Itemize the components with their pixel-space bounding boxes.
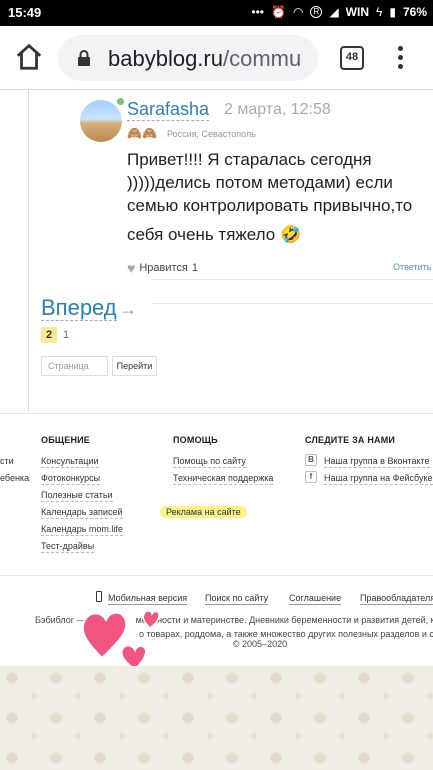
agreement-link[interactable]: Соглашение bbox=[289, 592, 342, 605]
online-indicator bbox=[117, 98, 124, 105]
comment-line: Привет!!!! Я старалась сегодня bbox=[127, 150, 372, 169]
charging-icon: ϟ bbox=[376, 5, 383, 19]
reply-link[interactable]: Ответить bbox=[393, 262, 431, 272]
heart-icon: ♥ bbox=[127, 260, 136, 276]
copyright-holders-link[interactable]: Правообладателям bbox=[360, 592, 433, 605]
site-search-link[interactable]: Поиск по сайту bbox=[205, 592, 269, 605]
comment-line: семью контролировать привычно,то bbox=[127, 196, 413, 215]
like-count: 1 bbox=[191, 262, 198, 274]
copyright-text: © 2005–2020 bbox=[232, 639, 288, 649]
comment-line: )))))делись потом методами) если bbox=[127, 173, 393, 192]
go-button[interactable]: Перейти bbox=[112, 356, 157, 376]
battery-level: 76% bbox=[402, 5, 427, 19]
desc-start: Бэбиблог — bbox=[35, 615, 86, 625]
page-number-input[interactable]: Страница bbox=[41, 356, 108, 376]
lock-icon bbox=[78, 50, 90, 66]
footer-heading-general: ОБЩЕНИЕ bbox=[41, 435, 91, 445]
url-path: /commu bbox=[222, 46, 302, 71]
status-bar: 15:49 ••• ⏰ ◠ R ◢ WIN ϟ ▮ 76% bbox=[0, 0, 433, 26]
url-text: babyblog.ru/commu bbox=[108, 46, 301, 72]
footer-heading-help: ПОМОЩЬ bbox=[173, 435, 218, 445]
battery-icon: ▮ bbox=[389, 5, 396, 19]
comment-author[interactable]: Sarafasha bbox=[127, 99, 210, 121]
hearts-icon bbox=[81, 610, 160, 672]
status-icons: ••• ⏰ ◠ R ◢ WIN ϟ ▮ 76% bbox=[251, 5, 427, 19]
footer-divider bbox=[0, 575, 433, 576]
page-link[interactable]: 1 bbox=[63, 329, 69, 341]
footer-link-cut[interactable]: ебенка bbox=[0, 472, 29, 484]
overflow-menu-icon[interactable] bbox=[392, 44, 408, 74]
footer-link-cut[interactable]: сти bbox=[0, 455, 14, 467]
browser-toolbar: babyblog.ru/commu 48 bbox=[0, 26, 433, 90]
footer-link[interactable]: Фотоконкурсы bbox=[41, 472, 101, 485]
divider bbox=[152, 279, 433, 280]
url-host: babyblog.ru bbox=[108, 46, 223, 71]
carrier-label: WIN bbox=[345, 5, 369, 19]
next-page-link[interactable]: Вперед bbox=[41, 296, 117, 321]
address-bar[interactable]: babyblog.ru/commu bbox=[58, 35, 318, 81]
status-time: 15:49 bbox=[8, 5, 42, 20]
divider bbox=[152, 303, 433, 304]
home-icon[interactable] bbox=[14, 42, 44, 72]
avatar[interactable] bbox=[80, 100, 122, 142]
footer-heading-follow: СЛЕДИТЕ ЗА НАМИ bbox=[305, 435, 396, 445]
mobile-phone-icon bbox=[96, 591, 102, 602]
comment-text: Привет!!!! Я старалась сегодня )))))дели… bbox=[127, 148, 433, 246]
facebook-icon: f bbox=[305, 471, 317, 483]
footer-link[interactable]: Техническая поддержка bbox=[173, 472, 274, 485]
footer-link[interactable]: Календарь mom.life bbox=[41, 523, 123, 536]
more-dots-icon: ••• bbox=[251, 5, 264, 19]
footer-link-highlighted[interactable]: Реклама на сайте bbox=[160, 506, 247, 518]
page-current: 2 bbox=[41, 327, 57, 343]
footer-link[interactable]: Календарь записей bbox=[41, 506, 123, 519]
comment-location: Россия, Севастополь bbox=[167, 129, 256, 139]
thread-line bbox=[28, 90, 29, 412]
like-label: Нравится bbox=[139, 262, 188, 274]
arrow-right-icon[interactable]: → bbox=[119, 299, 137, 320]
comment-line: себя очень тяжело 🤣 bbox=[127, 225, 302, 244]
vk-icon: В bbox=[305, 454, 317, 466]
children-icon: 🙈🙈 bbox=[127, 126, 157, 140]
footer-link-facebook[interactable]: Наша группа на Фейсбуке bbox=[324, 472, 433, 485]
footer-divider bbox=[0, 413, 433, 414]
footer-link[interactable]: Консультации bbox=[41, 455, 99, 468]
comment-date: 2 марта, 12:58 bbox=[224, 101, 331, 118]
wifi-icon: ◠ bbox=[292, 5, 304, 19]
footer-link[interactable]: Помощь по сайту bbox=[173, 455, 246, 468]
decorative-pattern bbox=[0, 666, 433, 770]
signal-icon: ◢ bbox=[329, 5, 339, 19]
tab-switcher-button[interactable]: 48 bbox=[340, 46, 364, 70]
desc-line2: о товарах, роддома, а также множество др… bbox=[139, 629, 433, 639]
footer-link[interactable]: Тест-драйвы bbox=[41, 540, 95, 553]
footer-link[interactable]: Полезные статьи bbox=[41, 489, 113, 502]
registered-icon: R bbox=[310, 6, 323, 18]
footer-link-vk[interactable]: Наша группа в Вконтакте bbox=[324, 455, 430, 468]
like-button[interactable]: ♥ Нравится 1 bbox=[127, 260, 198, 276]
alarm-icon: ⏰ bbox=[271, 5, 286, 19]
desc-line1: мемтности и материнстве. Дневники береме… bbox=[135, 615, 433, 625]
